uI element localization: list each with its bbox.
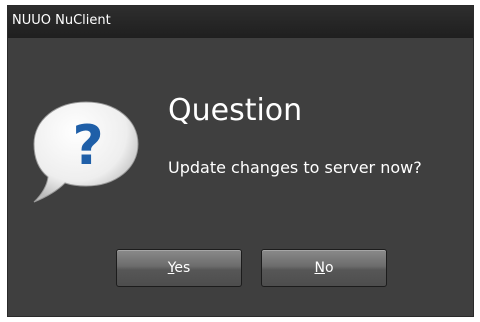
window-title: NUUO NuClient xyxy=(12,13,111,28)
no-button[interactable]: No xyxy=(261,249,387,287)
dialog-heading: Question xyxy=(168,93,303,128)
yes-button[interactable]: Yes xyxy=(116,249,242,287)
svg-text:?: ? xyxy=(72,114,103,177)
title-bar[interactable]: NUUO NuClient xyxy=(8,6,473,38)
yes-label-rest: es xyxy=(174,260,191,276)
no-accelerator: N xyxy=(314,260,325,276)
question-bubble-icon: ? xyxy=(33,101,139,203)
dialog-message: Update changes to server now? xyxy=(168,158,422,177)
dialog-body: ? Question Update changes to server now?… xyxy=(8,38,473,316)
no-label-rest: o xyxy=(324,260,334,276)
dialog-window: NUUO NuClient ? Question Update changes … xyxy=(7,5,474,317)
